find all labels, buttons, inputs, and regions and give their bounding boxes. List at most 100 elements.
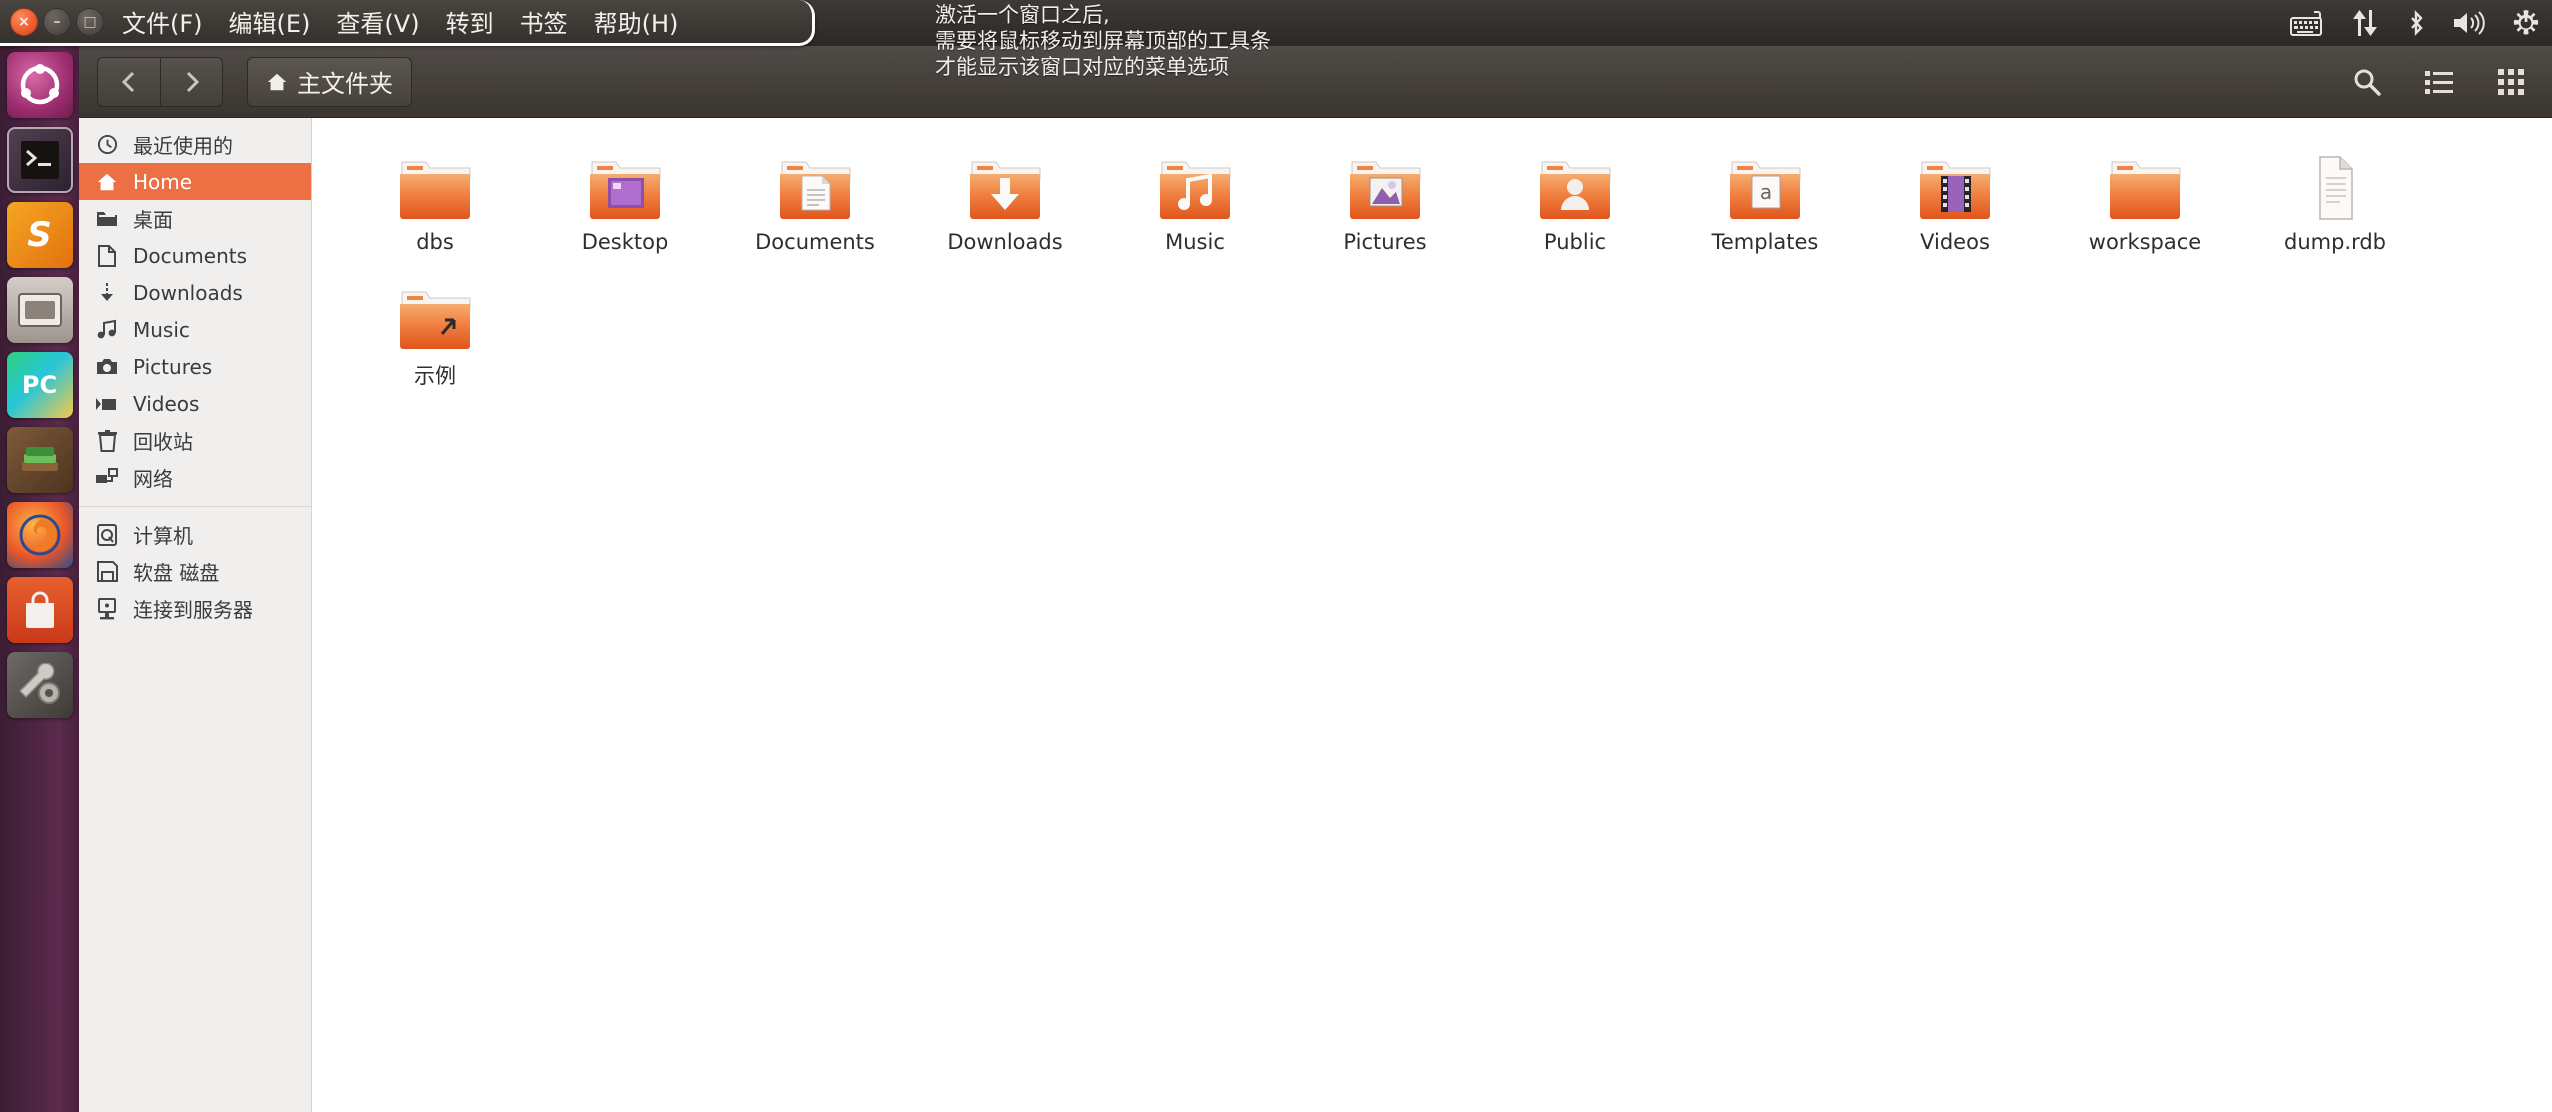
volume-icon[interactable] [2452,10,2486,36]
folder-icon [2106,144,2184,222]
window-close-button[interactable]: × [10,7,38,36]
folder-link-icon [396,274,474,352]
sidebar-item-home[interactable]: Home [79,163,311,200]
file-manager-icon [17,293,62,327]
generic-file-icon [2296,144,2374,222]
file-item[interactable]: Public [1480,144,1670,254]
top-panel: × – □ 文件(F) 编辑(E) 查看(V) 转到 书签 帮助(H) 激活一个… [0,0,2552,79]
file-item[interactable]: workspace [2050,144,2240,254]
network-icon [95,467,119,488]
file-item[interactable]: Documents [720,144,910,254]
sidebar-label: 最近使用的 [133,134,233,158]
file-name: Templates [1711,230,1819,254]
menu-bookmarks[interactable]: 书签 [507,4,581,39]
home-icon [267,73,287,90]
list-view-icon [2425,70,2453,94]
sidebar-label: Videos [133,391,200,416]
file-item[interactable]: Videos [1860,144,2050,254]
sidebar-item-trash[interactable]: 回收站 [79,422,311,459]
sidebar-item-documents[interactable]: Documents [79,237,311,274]
launcher-item-pycharm[interactable]: PC [6,352,73,418]
file-name: Documents [755,230,875,254]
folder-videos-icon [1916,144,1994,222]
launcher-item-system-settings[interactable] [6,652,73,718]
search-button[interactable] [2344,59,2390,105]
sidebar-divider [79,506,311,507]
file-grid-area[interactable]: dbs Desktop Documents Downloads Music Pi… [312,118,2552,1112]
grid-view-button[interactable] [2488,59,2534,105]
annotation-line-3: 才能显示该窗口对应的菜单选项 [935,55,1229,79]
sidebar-item-connect-server[interactable]: 连接到服务器 [79,590,311,627]
pycharm-glyph: PC [21,371,58,399]
breadcrumb-label: 主文件夹 [297,70,393,98]
folder-desktop-icon [586,144,664,222]
file-item[interactable]: Music [1100,144,1290,254]
menu-edit[interactable]: 编辑(E) [216,4,324,39]
file-item[interactable]: Downloads [910,144,1100,254]
sidebar-label: Music [133,317,190,342]
launcher-item-terminal[interactable] [6,127,73,193]
sidebar-label: 回收站 [133,430,193,454]
system-settings-icon[interactable] [2512,9,2540,37]
chevron-right-icon [186,71,199,92]
file-name: Public [1543,230,1607,254]
file-item[interactable]: dump.rdb [2240,144,2430,254]
sidebar-label: 网络 [133,467,173,491]
firefox-icon [19,514,60,556]
terminal-icon [20,141,59,179]
annotation-line-2: 需要将鼠标移动到屏幕顶部的工具条 [935,29,1271,53]
folder-pictures-icon [1346,144,1424,222]
file-item[interactable]: Pictures [1290,144,1480,254]
folder-public-icon [1536,144,1614,222]
folder-templates-icon: a [1726,144,1804,222]
menu-view[interactable]: 查看(V) [323,4,432,39]
file-name: dump.rdb [2283,230,2387,254]
window-maximize-button[interactable]: □ [76,7,104,36]
window-minimize-button[interactable]: – [43,7,71,36]
keyboard-icon[interactable] [2290,10,2324,36]
toolbar-right-actions [2344,59,2534,105]
file-name: workspace [2088,230,2202,254]
sidebar-item-desktop[interactable]: 桌面 [79,200,311,237]
file-item[interactable]: Desktop [530,144,720,254]
sidebar-item-computer[interactable]: 计算机 [79,516,311,553]
annotation-text: 激活一个窗口之后, 需要将鼠标移动到屏幕顶部的工具条 才能显示该窗口对应的菜单选… [935,2,1455,80]
launcher-item-software-center[interactable] [6,577,73,643]
server-icon [95,597,119,620]
launcher-item-firefox[interactable] [6,502,73,568]
launcher-item-sublime-text[interactable]: S [6,202,73,268]
sidebar-label: 连接到服务器 [133,598,253,622]
sidebar-item-downloads[interactable]: Downloads [79,274,311,311]
home-icon [95,171,119,193]
menu-go[interactable]: 转到 [433,4,507,39]
file-name: Desktop [581,230,669,254]
menu-help[interactable]: 帮助(H) [581,4,692,39]
sidebar-item-pictures[interactable]: Pictures [79,348,311,385]
sidebar-label: 计算机 [133,524,193,548]
sidebar-item-music[interactable]: Music [79,311,311,348]
sidebar-item-videos[interactable]: Videos [79,385,311,422]
navigation-buttons [97,56,223,107]
forward-button[interactable] [160,57,222,106]
launcher-item-calibre[interactable] [6,427,73,493]
network-transfer-icon[interactable] [2350,9,2380,37]
file-grid: dbs Desktop Documents Downloads Music Pi… [340,144,2532,410]
sidebar-item-floppy[interactable]: 软盘 磁盘 [79,553,311,590]
file-item[interactable]: dbs [340,144,530,254]
back-button[interactable] [98,58,160,106]
menu-file[interactable]: 文件(F) [109,4,216,39]
ubuntu-logo-icon [20,64,59,105]
file-item[interactable]: 示例 [340,274,530,390]
list-view-button[interactable] [2416,59,2462,105]
breadcrumb-home[interactable]: 主文件夹 [247,56,412,107]
folder-downloads-icon [966,144,1044,222]
sidebar-item-recent[interactable]: 最近使用的 [79,126,311,163]
launcher-item-files[interactable] [6,277,73,343]
sidebar-label: 软盘 磁盘 [133,561,220,585]
window-body: 最近使用的 Home 桌面 Documents Downloads Music … [79,118,2552,1112]
unity-launcher: S PC [0,46,79,1112]
launcher-item-ubuntu-dash[interactable] [6,52,73,118]
sidebar-item-network[interactable]: 网络 [79,459,311,496]
file-item[interactable]: a Templates [1670,144,1860,254]
bluetooth-icon[interactable] [2406,9,2426,37]
